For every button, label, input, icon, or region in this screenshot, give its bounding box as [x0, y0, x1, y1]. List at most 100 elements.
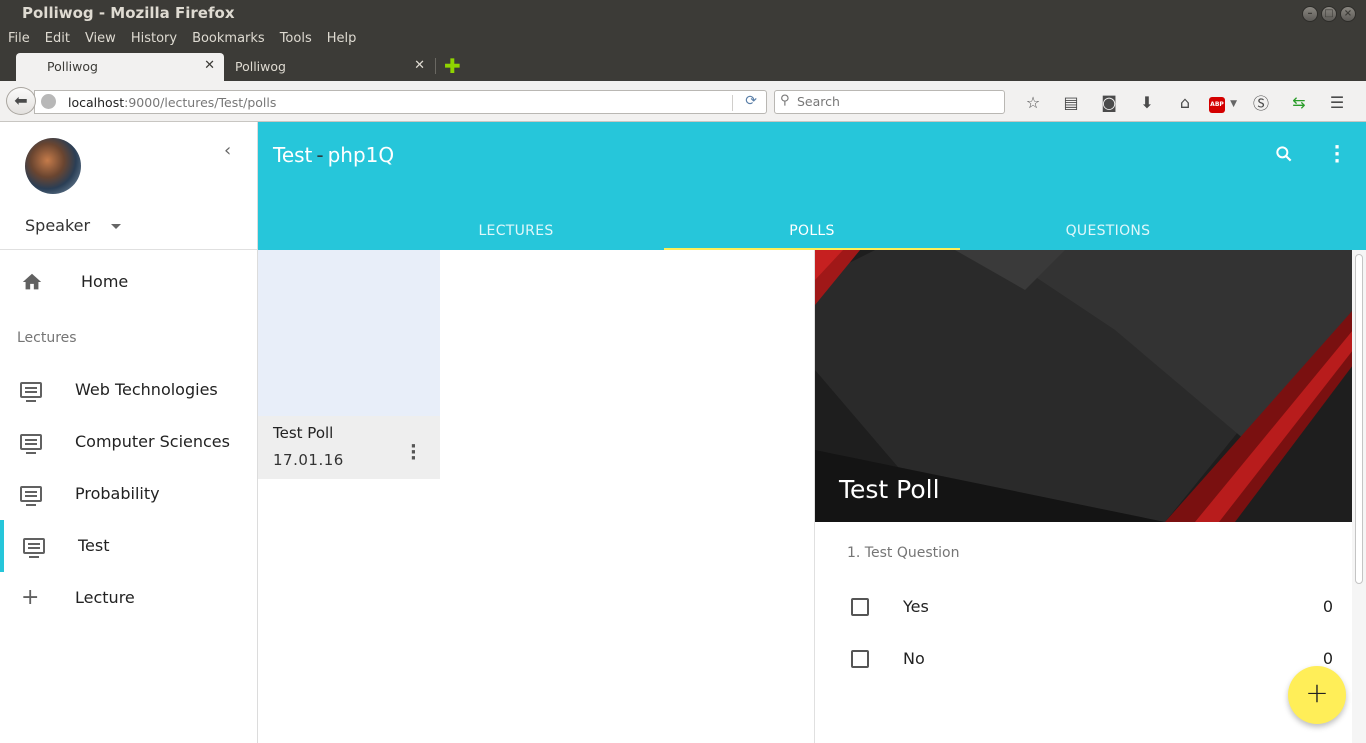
poll-card-title: Test Poll	[273, 424, 334, 442]
downloads-icon[interactable]: ⬇	[1128, 93, 1166, 112]
lecture-icon	[23, 535, 45, 558]
section-label-lectures: Lectures	[17, 330, 77, 346]
search-icon[interactable]	[1274, 144, 1294, 169]
lecture-icon	[20, 379, 42, 402]
browser-tab-inactive[interactable]: Polliwog ✕	[224, 53, 434, 81]
close-window-icon[interactable]: ×	[1340, 6, 1356, 22]
more-vert-icon[interactable]: · · ·	[1332, 139, 1342, 171]
title-separator: -	[316, 143, 324, 167]
browser-tab-label: Polliwog	[235, 59, 286, 74]
close-tab-icon[interactable]: ✕	[414, 58, 425, 73]
nav-item-label: Home	[81, 272, 129, 291]
home-icon	[21, 271, 43, 293]
drawer-divider	[0, 249, 257, 250]
back-arrow-icon: ⬅	[14, 91, 28, 110]
answer-count: 0	[1322, 649, 1333, 668]
extension-s-icon[interactable]: Ⓢ	[1242, 90, 1280, 114]
menu-bookmarks[interactable]: Bookmarks	[184, 27, 272, 52]
answer-checkbox[interactable]	[851, 650, 869, 668]
answer-label: No	[903, 649, 925, 668]
browser-tab-active[interactable]: Polliwog ✕	[16, 53, 224, 81]
search-input[interactable]	[797, 94, 997, 109]
scrollbar[interactable]	[1352, 250, 1366, 743]
dropdown-caret-icon[interactable]	[111, 224, 121, 229]
lecture-code: php1Q	[327, 143, 395, 167]
answer-label: Yes	[903, 597, 929, 616]
tab-lectures[interactable]: LECTURES	[368, 222, 664, 250]
home-icon[interactable]: ⌂	[1166, 93, 1204, 112]
sync-arrows-icon[interactable]: ⇆	[1280, 93, 1318, 112]
search-engine-icon: ⚲	[780, 93, 790, 108]
poll-title: Test Poll	[839, 475, 940, 504]
poll-card-date: 17.01.16	[273, 451, 344, 469]
browser-tab-bar: Polliwog ✕ Polliwog ✕	[0, 52, 1366, 81]
app-header: Test - php1Q · · · LECTURES POLLS QUESTIONS	[258, 122, 1366, 250]
lecture-icon	[20, 431, 42, 454]
address-host: localhost	[68, 95, 125, 110]
maximize-icon[interactable]: □	[1321, 6, 1337, 22]
answer-option[interactable]: Yes 0	[815, 586, 1353, 626]
tab-questions[interactable]: QUESTIONS	[960, 222, 1256, 250]
nav-item-label: Web Technologies	[75, 380, 218, 399]
tab-polls[interactable]: POLLS	[664, 222, 960, 250]
window-titlebar: Polliwog - Mozilla Firefox – □ ×	[0, 0, 1366, 27]
back-button[interactable]: ⬅	[6, 87, 36, 115]
plus-icon: +	[21, 585, 40, 610]
nav-item-lecture[interactable]: Web Technologies	[0, 364, 257, 416]
nav-item-add-lecture[interactable]: + Lecture	[0, 572, 257, 624]
answer-option[interactable]: No 0	[815, 638, 1353, 678]
address-path: :9000/lectures/Test/polls	[124, 95, 277, 110]
menu-view[interactable]: View	[77, 27, 123, 52]
nav-item-lecture[interactable]: Computer Sciences	[0, 416, 257, 468]
menu-file[interactable]: File	[0, 27, 37, 52]
app-tabs: LECTURES POLLS QUESTIONS	[368, 222, 1256, 250]
tab-divider	[435, 58, 436, 74]
lecture-icon	[20, 483, 42, 506]
address-text[interactable]: localhost:9000/lectures/Test/polls	[68, 95, 276, 110]
more-vert-icon[interactable]: · · ·	[410, 438, 417, 468]
avatar[interactable]	[25, 138, 81, 194]
menu-history[interactable]: History	[123, 27, 184, 52]
pocket-icon[interactable]: ◙	[1090, 93, 1128, 112]
browser-tab-label: Polliwog	[47, 59, 98, 74]
scrollbar-thumb[interactable]	[1355, 254, 1363, 584]
add-fab-button[interactable]: +	[1288, 666, 1346, 724]
navigation-toolbar: localhost:9000/lectures/Test/polls ⟳ ⬅ ⚲…	[0, 81, 1366, 122]
menu-tools[interactable]: Tools	[272, 27, 319, 52]
adblock-icon[interactable]: ABP ▼	[1204, 91, 1242, 113]
polliwog-app: ‹ Speaker Home Lectures Web Technologies…	[0, 122, 1366, 743]
answer-checkbox[interactable]	[851, 598, 869, 616]
nav-item-lecture[interactable]: Probability	[0, 468, 257, 520]
minimize-icon[interactable]: –	[1302, 6, 1318, 22]
window-title: Polliwog - Mozilla Firefox	[22, 4, 235, 22]
role-selector[interactable]: Speaker	[25, 216, 90, 235]
nav-item-lecture-active[interactable]: Test	[0, 520, 257, 572]
nav-item-label: Probability	[75, 484, 160, 503]
close-tab-icon[interactable]: ✕	[204, 58, 215, 73]
address-bar[interactable]: localhost:9000/lectures/Test/polls ⟳	[34, 90, 767, 114]
poll-card-media	[258, 250, 440, 416]
search-box[interactable]: ⚲	[774, 90, 1005, 114]
nav-item-home[interactable]: Home	[0, 256, 257, 308]
menu-help[interactable]: Help	[319, 27, 364, 52]
lecture-name: Test	[273, 143, 313, 167]
reading-list-icon[interactable]: ▤	[1052, 93, 1090, 112]
main-content: Test Poll 17.01.16 · · · Test Poll 1. Te…	[258, 250, 1366, 743]
poll-card[interactable]: Test Poll 17.01.16 · · ·	[258, 250, 440, 479]
menu-bar: File Edit View History Bookmarks Tools H…	[0, 27, 1366, 52]
window-controls: – □ ×	[1302, 6, 1356, 22]
address-divider	[732, 95, 733, 111]
chevron-left-icon[interactable]: ‹	[224, 140, 231, 161]
answer-count: 0	[1322, 597, 1333, 616]
reload-icon[interactable]: ⟳	[745, 93, 757, 109]
new-tab-icon[interactable]: ✚	[444, 56, 461, 76]
site-identity-icon[interactable]	[41, 94, 56, 109]
hamburger-menu-icon[interactable]: ☰	[1318, 93, 1356, 112]
menu-edit[interactable]: Edit	[37, 27, 77, 52]
nav-item-label: Test	[78, 536, 110, 555]
bookmark-star-icon[interactable]: ☆	[1014, 93, 1052, 112]
toolbar-icons: ☆ ▤ ◙ ⬇ ⌂ ABP ▼ Ⓢ ⇆ ☰	[1014, 89, 1356, 115]
nav-item-label: Lecture	[75, 588, 135, 607]
page-title: Test - php1Q	[273, 143, 394, 167]
poll-hero-image: Test Poll	[815, 250, 1353, 522]
